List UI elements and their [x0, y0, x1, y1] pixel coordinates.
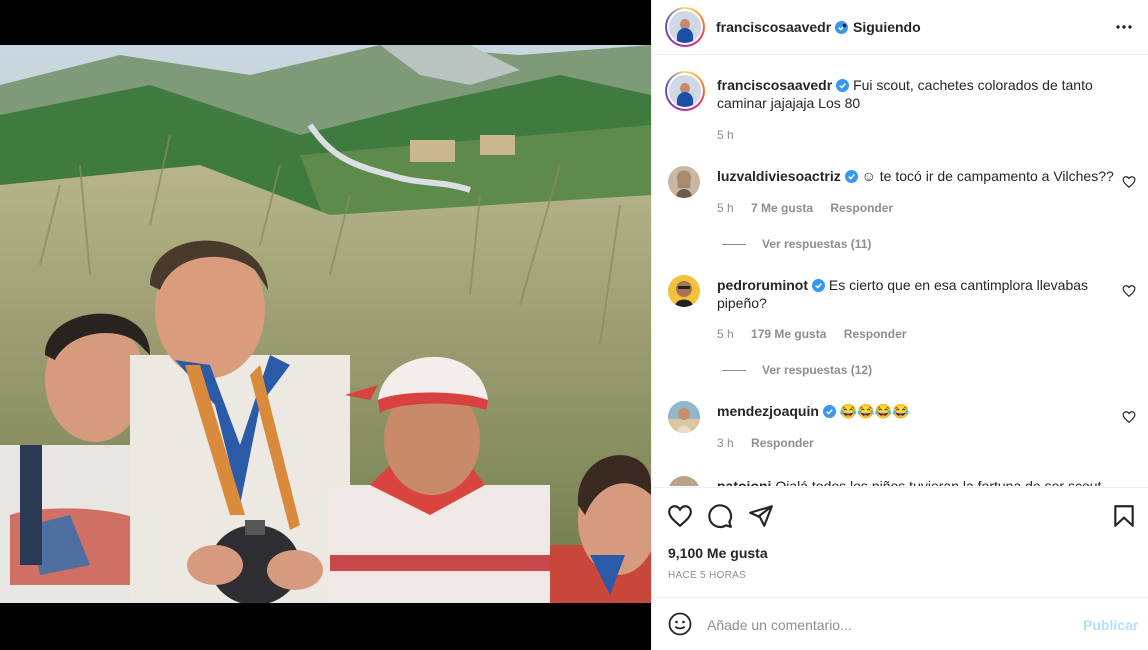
comment-input[interactable]	[707, 612, 1067, 638]
scouts-photo-image	[0, 45, 651, 603]
comment-like-heart-icon[interactable]	[1122, 175, 1136, 189]
comment-username[interactable]: patoioni	[717, 478, 771, 486]
view-replies-label[interactable]: Ver respuestas (12)	[762, 363, 872, 377]
caption-meta: 5 h	[717, 128, 748, 142]
caption-username[interactable]: franciscosaavedr	[717, 77, 832, 93]
comment-like-count[interactable]: 7 Me gusta	[751, 201, 813, 215]
heart-icon[interactable]	[667, 503, 693, 529]
verified-badge-icon	[812, 279, 825, 292]
comments-list[interactable]: franciscosaavedr Fui scout, cachetes col…	[652, 56, 1148, 486]
reply-button[interactable]: Responder	[844, 327, 907, 341]
comment-username[interactable]: mendezjoaquin	[717, 403, 819, 419]
replies-divider-line	[722, 369, 746, 371]
comment-like-count[interactable]: 179 Me gusta	[751, 327, 826, 341]
comment-like-heart-icon[interactable]	[1122, 410, 1136, 424]
following-button[interactable]: Siguiendo	[853, 19, 921, 35]
author-username-text[interactable]: franciscosaavedr	[716, 19, 831, 35]
comment-like-heart-icon[interactable]	[1122, 284, 1136, 298]
post-header: franciscosaavedr • Siguiendo	[652, 0, 1148, 55]
comment-text: Ojalá todos los niños tuvieran la fortun…	[775, 478, 1102, 486]
comment-username[interactable]: pedroruminot	[717, 277, 808, 293]
replies-divider-line	[722, 243, 746, 245]
caption-author-avatar[interactable]	[665, 71, 705, 111]
commenter-avatar[interactable]	[668, 476, 700, 486]
commenter-avatar[interactable]	[668, 166, 700, 198]
comment-meta: 5 h 179 Me gusta Responder	[717, 327, 920, 341]
caption-time[interactable]: 5 h	[717, 128, 734, 142]
comment-username[interactable]: luzvaldiviesoactriz	[717, 168, 841, 184]
author-avatar[interactable]	[665, 7, 705, 47]
comment-time[interactable]: 3 h	[717, 436, 734, 450]
comment-icon[interactable]	[707, 503, 733, 529]
publish-button[interactable]: Publicar	[1083, 617, 1138, 633]
emoji-icon[interactable]	[668, 612, 692, 636]
reply-button[interactable]: Responder	[751, 436, 814, 450]
comment-meta: 5 h 7 Me gusta Responder	[717, 201, 907, 215]
commenter-avatar[interactable]	[668, 401, 700, 433]
verified-badge-icon	[822, 405, 836, 418]
view-replies-button[interactable]: Ver respuestas (11)	[722, 237, 871, 251]
post-timestamp[interactable]: HACE 5 HORAS	[668, 570, 746, 581]
comment-text: 😂😂😂😂	[839, 403, 910, 419]
comment-meta: 3 h Responder	[717, 436, 828, 450]
verified-badge-icon	[844, 170, 858, 183]
comment-text: ☺ te tocó ir de campamento a Vilches??	[861, 168, 1114, 184]
more-options-icon[interactable]	[1114, 17, 1134, 37]
comment-text-block: pedroruminot Es cierto que en esa cantim…	[717, 276, 1119, 312]
commenter-avatar[interactable]	[668, 275, 700, 307]
header-separator: •	[842, 17, 847, 33]
comment-time[interactable]: 5 h	[717, 327, 734, 341]
caption-text-block: franciscosaavedr Fui scout, cachetes col…	[717, 76, 1094, 112]
bookmark-icon[interactable]	[1111, 503, 1137, 529]
post-photo[interactable]	[0, 45, 651, 603]
comment-text-block: luzvaldiviesoactriz ☺ te tocó ir de camp…	[717, 167, 1119, 185]
post-details-panel: franciscosaavedr • Siguiendo franciscosa…	[651, 0, 1148, 650]
add-comment-bar: Publicar	[652, 597, 1148, 650]
share-icon[interactable]	[748, 503, 774, 529]
verified-badge-icon	[836, 79, 850, 92]
comment-time[interactable]: 5 h	[717, 201, 734, 215]
post-media-pane	[0, 0, 651, 650]
author-username[interactable]: franciscosaavedr	[716, 19, 849, 35]
post-like-count[interactable]: 9,100 Me gusta	[668, 545, 768, 561]
view-replies-button[interactable]: Ver respuestas (12)	[722, 363, 872, 377]
post-actions-bar: 9,100 Me gusta HACE 5 HORAS	[652, 487, 1148, 597]
comment-text-block: patoioni Ojalá todos los niños tuvieran …	[717, 477, 1119, 486]
reply-button[interactable]: Responder	[830, 201, 893, 215]
view-replies-label[interactable]: Ver respuestas (11)	[762, 237, 871, 251]
comment-text-block: mendezjoaquin 😂😂😂😂	[717, 402, 1119, 420]
